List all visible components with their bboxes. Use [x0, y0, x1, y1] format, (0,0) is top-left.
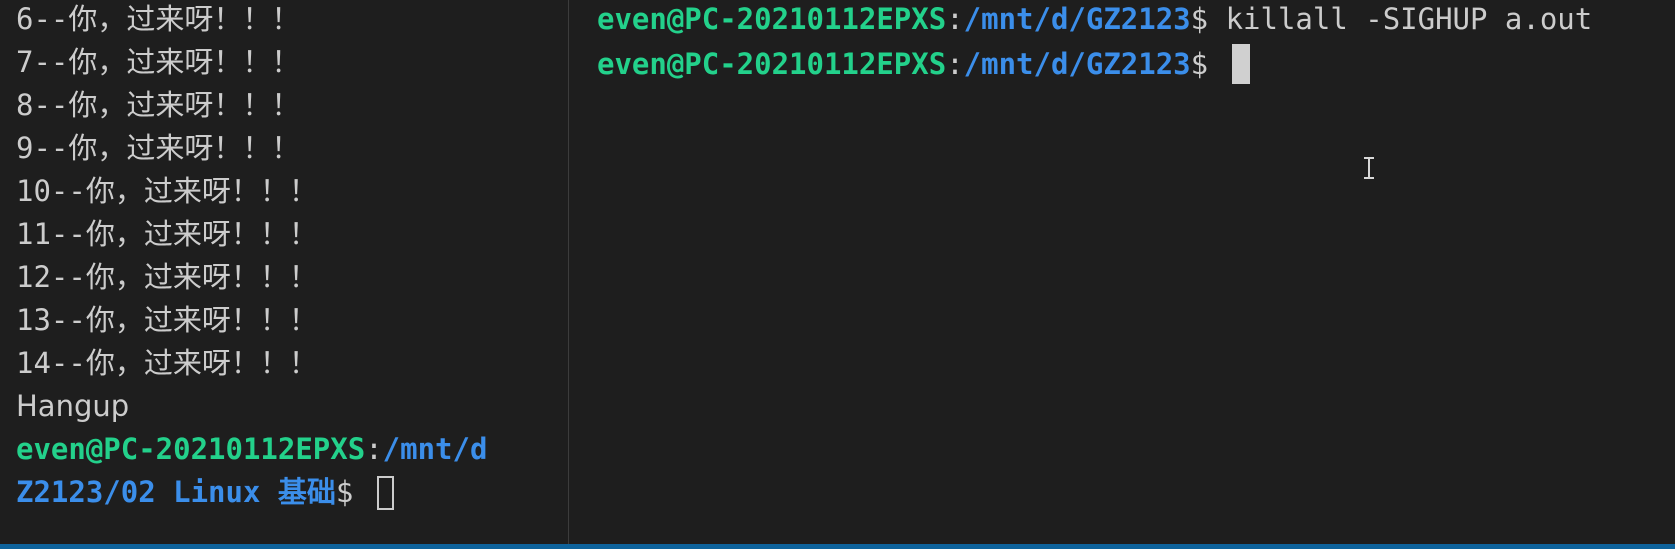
prompt-user: even@PC-20210112EPXS	[597, 47, 947, 81]
terminal-cursor	[376, 476, 394, 510]
prompt-user: even@PC-20210112EPXS	[597, 2, 947, 36]
hangup-message: Hangup	[16, 389, 130, 423]
output-line: 11--你，过来呀！！！	[16, 217, 318, 251]
terminal-cursor	[1231, 44, 1250, 84]
left-terminal-pane[interactable]: 6--你，过来呀！！！ 7--你，过来呀！！！ 8--你，过来呀！！！ 9--你…	[0, 0, 568, 544]
shell-prompt: even@PC-20210112EPXS:/mnt/d/GZ2123$ kill…	[597, 0, 1592, 41]
output-line: 14--你，过来呀！！！	[16, 346, 318, 380]
prompt-path: /mnt/d/GZ2123	[963, 47, 1191, 81]
prompt-colon: :	[365, 432, 383, 466]
text-ibeam-cursor-icon	[1363, 157, 1375, 179]
prompt-path-continued: Z2123/02 Linux	[16, 475, 278, 509]
prompt-user: even@PC-20210112EPXS	[16, 432, 366, 466]
shell-prompt: even@PC-20210112EPXS:/mnt/d	[16, 427, 487, 471]
prompt-path: /mnt/d/GZ2123	[963, 2, 1191, 36]
status-strip	[0, 544, 1675, 549]
output-line: 12--你，过来呀！！！	[16, 260, 318, 294]
output-line: 10--你，过来呀！！！	[16, 174, 318, 208]
output-line: 7--你，过来呀！！！	[16, 45, 301, 79]
terminal-screen: 6--你，过来呀！！！ 7--你，过来呀！！！ 8--你，过来呀！！！ 9--你…	[0, 0, 1675, 549]
prompt-colon: :	[946, 2, 964, 36]
typed-command: killall -SIGHUP a.out	[1225, 2, 1593, 36]
shell-prompt-wrap: Z2123/02 Linux 基础$	[16, 470, 394, 514]
prompt-path: /mnt/d	[382, 432, 488, 466]
output-line: 8--你，过来呀！！！	[16, 88, 301, 122]
output-line: 9--你，过来呀！！！	[16, 131, 301, 165]
prompt-dollar: $	[1190, 2, 1226, 36]
right-terminal-pane[interactable]: even@PC-20210112EPXS:/mnt/d/GZ2123$ kill…	[569, 0, 1675, 544]
shell-prompt: even@PC-20210112EPXS:/mnt/d/GZ2123$	[597, 42, 1250, 86]
output-line: 13--你，过来呀！！！	[16, 303, 318, 337]
prompt-dollar: $	[1190, 47, 1226, 81]
prompt-colon: :	[946, 47, 964, 81]
prompt-path-cjk: 基础	[277, 475, 336, 509]
prompt-dollar: $	[335, 475, 371, 509]
output-line: 6--你，过来呀！！！	[16, 2, 301, 36]
